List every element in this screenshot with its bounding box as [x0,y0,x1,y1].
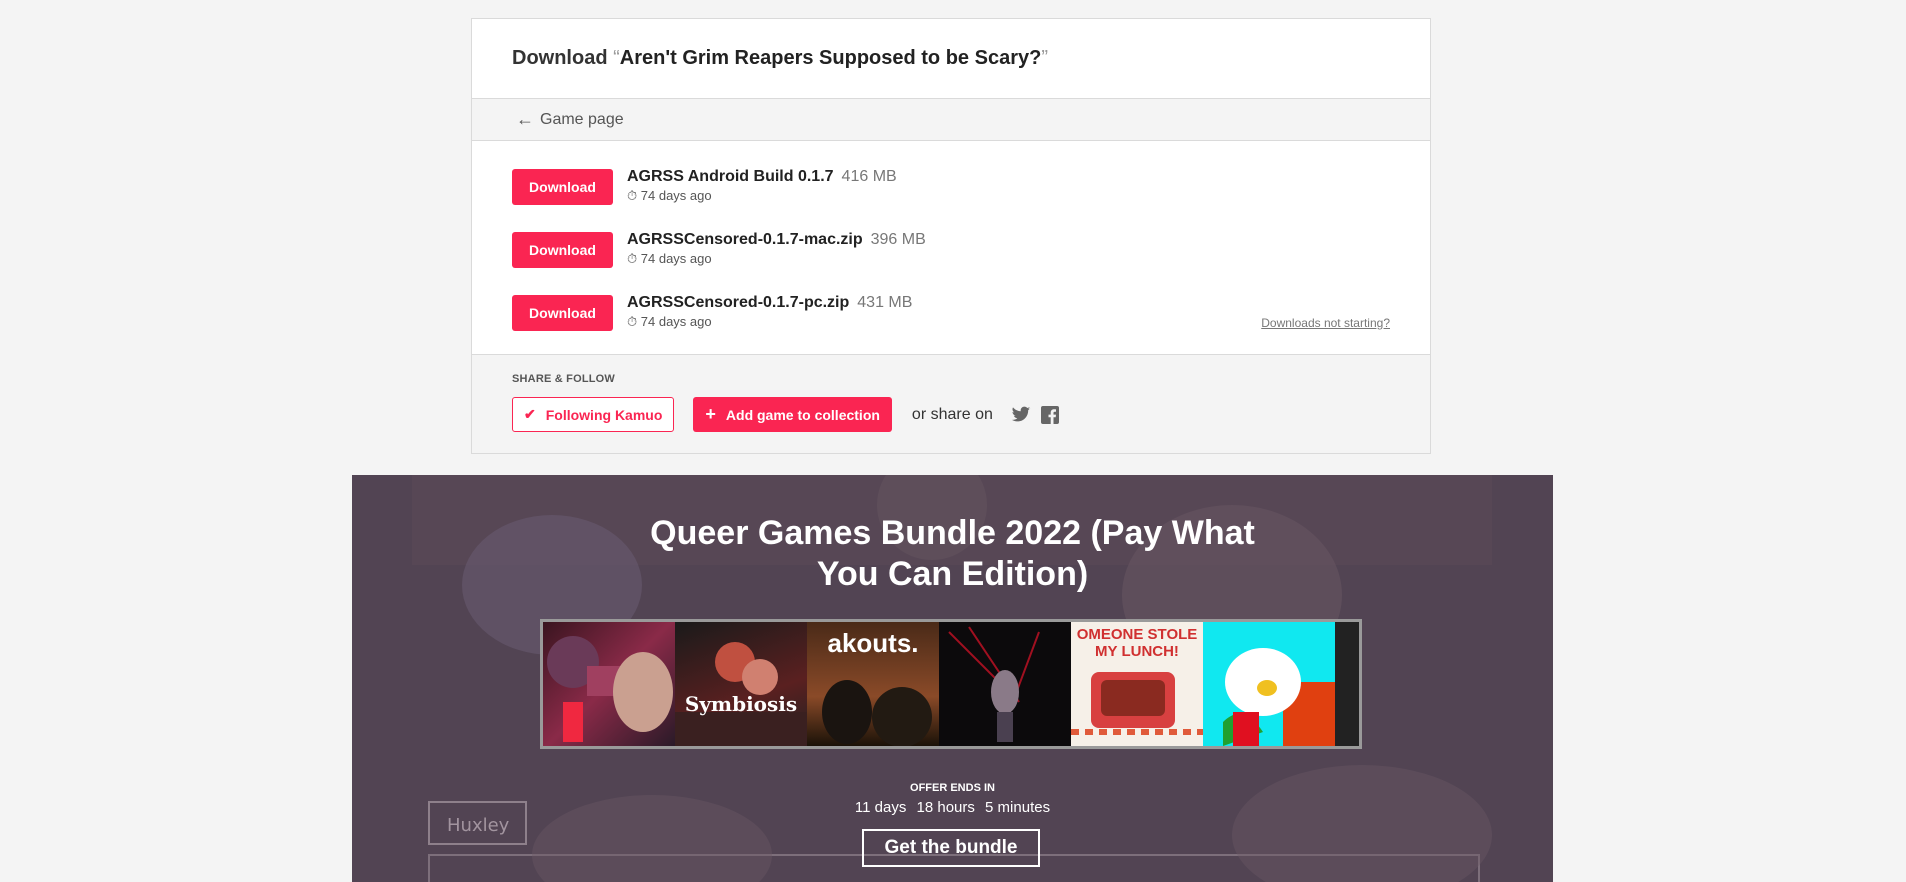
close-quote: ” [1041,47,1048,69]
add-to-collection-button[interactable]: + Add game to collection [693,397,892,432]
clock-icon: ⏱ [627,251,638,266]
cover-art [675,642,807,746]
share-follow-section: SHARE & FOLLOW ✔ Following Kamuo + Add g… [472,355,1430,453]
plus-icon: + [705,404,716,424]
back-arrow-icon: ← [516,109,534,129]
share-on-text: or share on [911,405,993,423]
twitter-icon[interactable] [1011,406,1031,424]
get-bundle-button[interactable]: Get the bundle [862,829,1040,867]
follow-label: Following Kamuo [545,406,663,423]
upload-row: Download AGRSSCensored-0.1.7-mac.zip 396 … [472,230,1430,293]
bundle-cover [939,622,1071,746]
upload-size: 431 MB [857,294,913,311]
downloads-not-starting-link[interactable]: Downloads not starting? [1261,316,1390,330]
bundle-covers[interactable]: Symbiosis akouts. OMEONE STOLE MY LUNCH! [540,619,1362,749]
upload-row: Download AGRSS Android Build 0.1.7 416 MB… [472,167,1430,230]
facebook-icon[interactable] [1040,405,1059,424]
download-button[interactable]: Download [512,232,613,268]
upload-date: 74 days ago [640,251,712,266]
cover-label: OMEONE STOLE MY LUNCH! [1076,626,1198,660]
upload-size: 416 MB [841,168,897,185]
cover-art [547,636,673,742]
bundle-cover [543,622,675,746]
bundle-cover: akouts. [807,622,939,746]
upload-name: AGRSSCensored-0.1.7-mac.zip [627,231,863,248]
game-page-label[interactable]: Game page [540,111,624,129]
clock-icon: ⏱ [627,314,638,329]
countdown-days: 11 days [854,799,907,816]
upload-size: 396 MB [870,231,926,248]
uploads-list: Download AGRSS Android Build 0.1.7 416 MB… [472,141,1430,355]
game-page-link[interactable]: ← Game page [472,99,1430,141]
bundle-title[interactable]: Queer Games Bundle 2022 (Pay What You Ca… [352,513,1553,595]
bundle-cover [1203,622,1335,746]
upload-info: AGRSS Android Build 0.1.7 416 MB ⏱ 74 day… [627,167,897,204]
upload-info: AGRSSCensored-0.1.7-pc.zip 431 MB ⏱ 74 da… [627,293,912,330]
upload-name: AGRSSCensored-0.1.7-pc.zip [627,294,850,311]
download-button[interactable]: Download [512,295,613,331]
title-prefix: Download [512,47,608,69]
bundle-cover: OMEONE STOLE MY LUNCH! [1071,622,1203,746]
offer-countdown: 11 days 18 hours 5 minutes [352,799,1553,816]
upload-name: AGRSS Android Build 0.1.7 [627,168,834,185]
clock-icon: ⏱ [627,188,638,203]
offer-label: OFFER ENDS IN [910,782,995,794]
svg-text:Huxley: Huxley [447,815,510,836]
bundle-title-text[interactable]: Queer Games Bundle 2022 (Pay What You Ca… [643,513,1263,595]
countdown-hours: 18 hours [916,799,975,816]
share-title: SHARE & FOLLOW [512,373,616,385]
cover-art [948,626,1040,742]
collection-label: Add game to collection [725,406,880,423]
countdown-minutes: 5 minutes [985,799,1051,816]
open-quote: “ [613,47,620,69]
bundle-banner[interactable]: Huxley Queer Games Bundle 2022 (Pay What… [352,475,1553,882]
cover-art [1223,648,1335,746]
upload-info: AGRSSCensored-0.1.7-mac.zip 396 MB ⏱ 74 d… [627,230,926,267]
check-icon: ✔ [524,406,536,422]
upload-date: 74 days ago [640,314,712,329]
game-title: Aren't Grim Reapers Supposed to be Scary… [619,47,1042,69]
cover-label: akouts. [827,628,919,658]
upload-date: 74 days ago [640,188,712,203]
cover-label: Symbiosis [684,692,798,716]
page: Download “Aren't Grim Reapers Supposed t… [0,0,1906,882]
download-card: Download “Aren't Grim Reapers Supposed t… [471,18,1431,454]
bundle-cover: Symbiosis [675,622,807,746]
download-button[interactable]: Download [512,169,613,205]
follow-button[interactable]: ✔ Following Kamuo [512,397,675,432]
page-title: Download “Aren't Grim Reapers Supposed t… [472,19,1430,99]
share-row: ✔ Following Kamuo + Add game to collecti… [512,397,1430,432]
